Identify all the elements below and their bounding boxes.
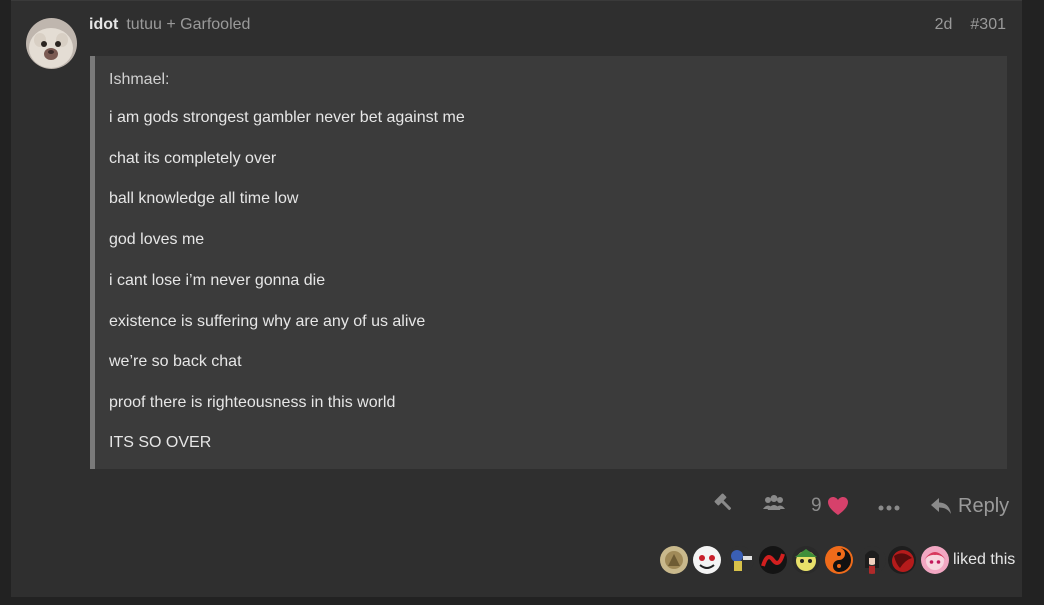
user-full-name[interactable]: tutuu + Garfooled <box>126 16 250 34</box>
group-icon <box>762 493 786 519</box>
quote-line: god loves me <box>109 231 205 248</box>
heart-icon <box>827 496 849 516</box>
post-meta: 2d #301 <box>935 16 1006 34</box>
quote-line: we’re so back chat <box>109 353 242 370</box>
quote-block: Ishmael: i am gods strongest gambler nev… <box>90 56 1007 469</box>
quote-line: ball knowledge all time low <box>109 190 299 207</box>
quote-line: i am gods strongest gambler never bet ag… <box>109 109 465 126</box>
quote-line: ITS SO OVER <box>109 434 212 451</box>
liker-avatar-7[interactable] <box>858 546 886 574</box>
liker-avatar-9[interactable] <box>921 546 949 574</box>
liker-avatar-6[interactable] <box>825 546 853 574</box>
post-number[interactable]: #301 <box>970 16 1006 34</box>
post-header: idot tutuu + Garfooled <box>89 16 250 36</box>
liker-avatar-2[interactable] <box>693 546 721 574</box>
quote-line: chat its completely over <box>109 150 277 167</box>
liked-by-row: liked this <box>0 545 1044 577</box>
user-avatar[interactable] <box>26 18 77 69</box>
more-button[interactable] <box>878 490 900 522</box>
quote-line: i cant lose i’m never gonna die <box>109 272 326 289</box>
like-button[interactable]: 9 <box>811 490 849 522</box>
liker-avatar-3[interactable] <box>726 546 754 574</box>
liker-avatar-4[interactable] <box>759 546 787 574</box>
reply-button[interactable]: Reply <box>930 490 1009 522</box>
quote-line: proof there is righteousness in this wor… <box>109 394 396 411</box>
hammer-icon <box>712 491 736 521</box>
liker-avatar-1[interactable] <box>660 546 688 574</box>
liker-avatar-8[interactable] <box>888 546 916 574</box>
quote-line: existence is suffering why are any of us… <box>109 313 426 330</box>
reply-label: Reply <box>958 494 1010 517</box>
admin-button[interactable] <box>712 490 736 522</box>
like-count[interactable]: 9 <box>811 495 822 517</box>
quote-author[interactable]: Ishmael: <box>109 71 169 89</box>
reply-icon <box>930 497 952 515</box>
liker-avatar-5[interactable] <box>792 546 820 574</box>
group-button[interactable] <box>762 490 786 522</box>
more-icon <box>878 495 900 518</box>
username[interactable]: idot <box>89 16 118 34</box>
liked-this-label: liked this <box>953 551 1016 568</box>
post-age[interactable]: 2d <box>935 16 953 34</box>
